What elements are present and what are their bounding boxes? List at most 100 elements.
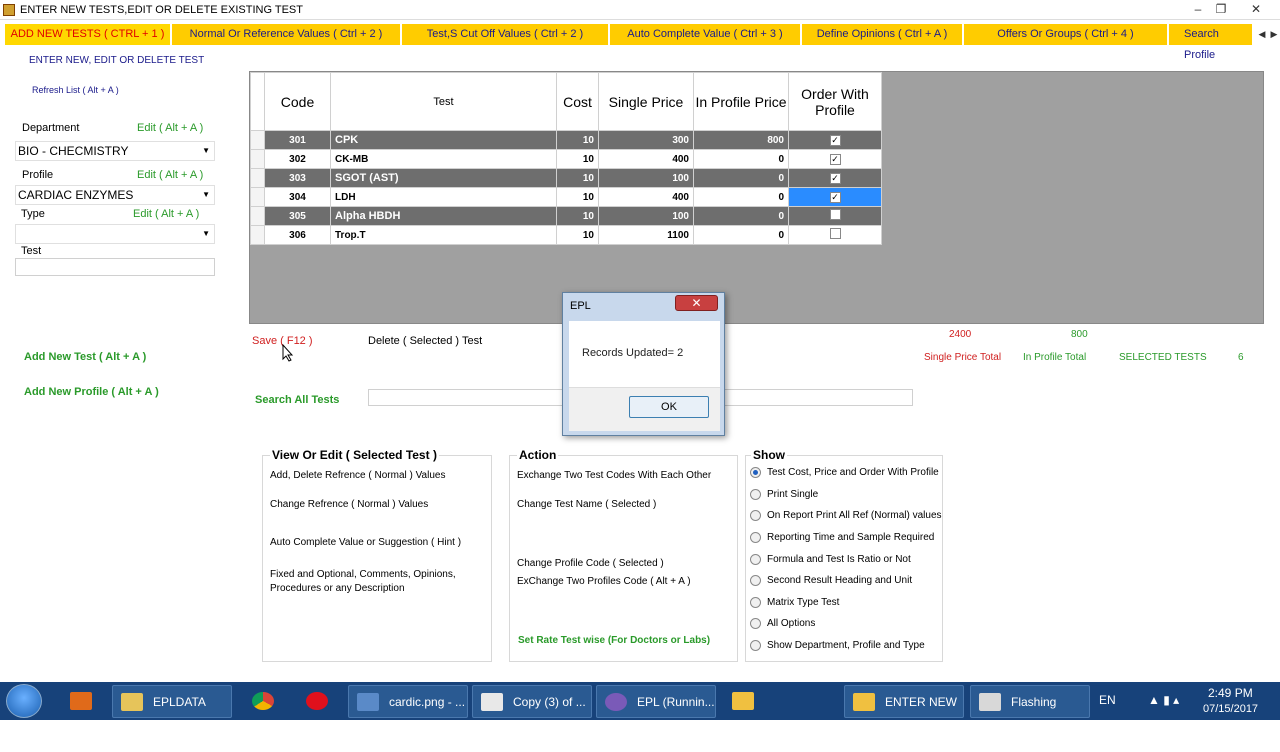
cell-test[interactable]: LDH [330, 187, 557, 207]
profile-edit-link[interactable]: Edit ( Alt + A ) [137, 169, 203, 181]
cell-code[interactable]: 302 [264, 149, 331, 169]
department-select[interactable]: BIO - CHECMISTRY ▼ [15, 141, 215, 161]
taskbar-chrome[interactable] [240, 685, 286, 718]
cell-cost[interactable]: 10 [556, 149, 599, 169]
tab-normal-reference-values[interactable]: Normal Or Reference Values ( Ctrl + 2 ) [172, 24, 402, 45]
department-edit-link[interactable]: Edit ( Alt + A ) [137, 122, 203, 134]
set-rate-test-wise-link[interactable]: Set Rate Test wise (For Doctors or Labs) [518, 635, 710, 646]
dialog-close-icon[interactable]: ✕ [675, 295, 718, 311]
tab-add-new-tests[interactable]: ADD NEW TESTS ( CTRL + 1 ) [5, 24, 172, 45]
show-option-second-result[interactable]: Second Result Heading and Unit [750, 575, 912, 586]
tray-icons[interactable]: ▲ ▮ ▴ [1148, 693, 1179, 707]
cell-test[interactable]: SGOT (AST) [330, 168, 557, 188]
cell-code[interactable]: 301 [264, 130, 331, 150]
cell-in-profile-price[interactable]: 800 [693, 130, 789, 150]
row-header[interactable] [250, 225, 265, 245]
cell-order[interactable]: ✓ [788, 130, 882, 150]
table-row[interactable]: 303 SGOT (AST) 10 100 0 ✓ [250, 168, 882, 188]
cell-order[interactable] [788, 225, 882, 245]
table-row[interactable]: 302 CK-MB 10 400 0 ✓ [250, 149, 882, 169]
tab-offers-groups[interactable]: Offers Or Groups ( Ctrl + 4 ) [964, 24, 1169, 45]
taskbar-app-window[interactable] [720, 685, 766, 718]
radio-icon[interactable] [750, 618, 761, 629]
fixed-optional-comments-link[interactable]: Fixed and Optional, Comments, Opinions, … [270, 568, 485, 596]
add-new-profile-link[interactable]: Add New Profile ( Alt + A ) [24, 386, 159, 398]
table-row[interactable]: 304 LDH 10 400 0 ✓ [250, 187, 882, 207]
cell-test[interactable]: Trop.T [330, 225, 557, 245]
radio-icon[interactable] [750, 597, 761, 608]
taskbar-item-epl-running[interactable]: EPL (Runnin... [596, 685, 716, 718]
show-option-matrix-type[interactable]: Matrix Type Test [750, 597, 839, 608]
cell-cost[interactable]: 10 [556, 168, 599, 188]
language-indicator[interactable]: EN [1099, 693, 1116, 707]
order-checkbox[interactable]: ✓ [829, 134, 841, 146]
cell-cost[interactable]: 10 [556, 225, 599, 245]
radio-icon[interactable] [750, 554, 761, 565]
test-input[interactable] [15, 258, 215, 276]
add-delete-reference-values-link[interactable]: Add, Delete Refrence ( Normal ) Values [270, 470, 445, 481]
cell-order[interactable]: ✓ [788, 168, 882, 188]
column-header-code[interactable]: Code [264, 72, 331, 131]
column-header-order-with-profile[interactable]: Order With Profile [788, 72, 882, 131]
cell-single-price[interactable]: 400 [598, 149, 694, 169]
cell-order[interactable]: ✓ [788, 149, 882, 169]
order-checkbox[interactable]: ✓ [829, 191, 841, 203]
taskbar-item-flashing[interactable]: Flashing [970, 685, 1090, 718]
cell-code[interactable]: 306 [264, 225, 331, 245]
type-select[interactable]: ▼ [15, 224, 215, 244]
cell-in-profile-price[interactable]: 0 [693, 149, 789, 169]
cell-test[interactable]: Alpha HBDH [330, 206, 557, 226]
table-row[interactable]: 305 Alpha HBDH 10 100 0 [250, 206, 882, 226]
show-option-all-options[interactable]: All Options [750, 618, 815, 629]
tab-scroll-right-icon[interactable]: ▶ [1268, 24, 1280, 45]
tab-define-opinions[interactable]: Define Opinions ( Ctrl + A ) [802, 24, 964, 45]
restore-icon[interactable]: ❐ [1208, 1, 1234, 17]
taskbar-item-enter-new[interactable]: ENTER NEW ... [844, 685, 964, 742]
show-option-formula-ratio[interactable]: Formula and Test Is Ratio or Not [750, 554, 911, 565]
taskbar-item-copy-of[interactable]: Copy (3) of ... [472, 685, 592, 718]
cell-cost[interactable]: 10 [556, 206, 599, 226]
row-header[interactable] [250, 187, 265, 207]
show-option-cost-price-order[interactable]: Test Cost, Price and Order With Profile [750, 467, 939, 478]
radio-icon[interactable] [750, 532, 761, 543]
cell-code[interactable]: 305 [264, 206, 331, 226]
cell-code[interactable]: 303 [264, 168, 331, 188]
auto-complete-hint-link[interactable]: Auto Complete Value or Suggestion ( Hint… [270, 537, 461, 548]
exchange-test-codes-link[interactable]: Exchange Two Test Codes With Each Other [517, 470, 711, 481]
table-row[interactable]: 306 Trop.T 10 1100 0 [250, 225, 882, 245]
type-edit-link[interactable]: Edit ( Alt + A ) [133, 208, 199, 220]
column-header-cost[interactable]: Cost [556, 72, 599, 131]
radio-icon[interactable] [750, 467, 761, 478]
show-option-print-all-ref[interactable]: On Report Print All Ref (Normal) values [750, 510, 942, 521]
taskbar-item-cardic-png[interactable]: cardic.png - ... [348, 685, 468, 718]
cell-cost[interactable]: 10 [556, 187, 599, 207]
start-button[interactable] [6, 684, 42, 718]
taskbar-opera[interactable] [294, 685, 340, 718]
clock-date[interactable]: 07/15/2017 [1203, 703, 1258, 715]
row-header[interactable] [250, 130, 265, 150]
cell-in-profile-price[interactable]: 0 [693, 225, 789, 245]
show-option-reporting-time[interactable]: Reporting Time and Sample Required [750, 532, 934, 543]
cell-single-price[interactable]: 300 [598, 130, 694, 150]
show-option-print-single[interactable]: Print Single [750, 489, 818, 500]
change-profile-code-link[interactable]: Change Profile Code ( Selected ) [517, 558, 664, 569]
profile-select[interactable]: CARDIAC ENZYMES ▼ [15, 185, 215, 205]
cell-in-profile-price[interactable]: 0 [693, 187, 789, 207]
taskbar-item-epldata[interactable]: EPLDATA [112, 685, 232, 718]
table-row[interactable]: 301 CPK 10 300 800 ✓ [250, 130, 882, 150]
radio-icon[interactable] [750, 575, 761, 586]
cell-single-price[interactable]: 100 [598, 168, 694, 188]
cell-test[interactable]: CPK [330, 130, 557, 150]
row-header[interactable] [250, 206, 265, 226]
cell-cost[interactable]: 10 [556, 130, 599, 150]
add-new-test-link[interactable]: Add New Test ( Alt + A ) [24, 351, 146, 363]
clock-time[interactable]: 2:49 PM [1208, 686, 1253, 700]
cell-single-price[interactable]: 400 [598, 187, 694, 207]
column-header-in-profile-price[interactable]: In Profile Price [693, 72, 789, 131]
cell-in-profile-price[interactable]: 0 [693, 168, 789, 188]
column-header-single-price[interactable]: Single Price [598, 72, 694, 131]
cell-order-selected[interactable]: ✓ [788, 187, 882, 207]
close-icon[interactable]: ✕ [1243, 1, 1269, 17]
delete-selected-test-button[interactable]: Delete ( Selected ) Test [368, 335, 482, 347]
radio-icon[interactable] [750, 640, 761, 651]
